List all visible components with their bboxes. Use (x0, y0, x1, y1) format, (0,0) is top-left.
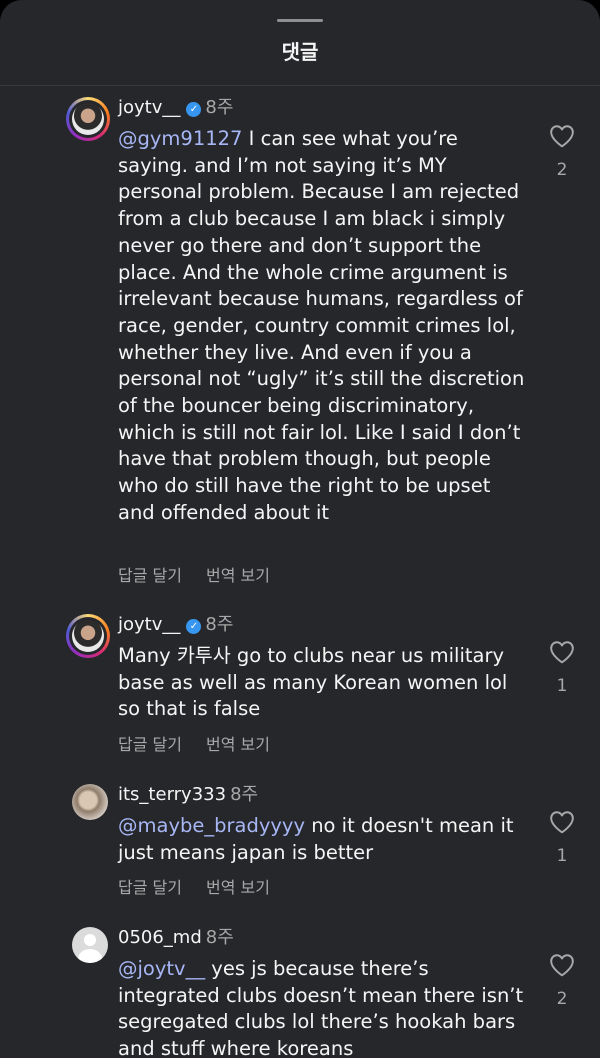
like-count: 1 (556, 676, 568, 696)
mention-link[interactable]: @joytv__ (118, 957, 205, 980)
heart-icon[interactable] (549, 953, 575, 977)
comment-text: @maybe_bradyyyy no it doesn't mean it ju… (118, 813, 530, 866)
verified-badge-icon: ✓ (186, 102, 202, 117)
comment-meta: its_terry333 8주 (118, 783, 258, 807)
comment-text: @gym91127 I can see what you’re saying. … (118, 126, 530, 527)
like-count: 1 (556, 846, 568, 866)
heart-icon[interactable] (549, 124, 575, 148)
comment-meta: joytv__ ✓ 8주 (118, 613, 233, 637)
reply-button[interactable]: 답글 달기 (118, 878, 182, 897)
translate-button[interactable]: 번역 보기 (206, 878, 270, 897)
heart-icon[interactable] (549, 640, 575, 664)
heart-icon[interactable] (549, 810, 575, 834)
avatar[interactable] (72, 784, 108, 820)
like-count: 2 (556, 160, 568, 180)
comment-text: Many 카투사 go to clubs near us military ba… (118, 643, 530, 723)
reply-button[interactable]: 답글 달기 (118, 566, 182, 585)
comment-meta: joytv__ ✓ 8주 (118, 96, 233, 120)
comment-body: I can see what you’re saying. and I’m no… (118, 127, 525, 524)
sheet-title: 댓글 (281, 40, 319, 64)
comment-actions: 답글 달기 번역 보기 (118, 562, 294, 586)
comment-username[interactable]: joytv__ (118, 614, 180, 635)
avatar[interactable] (66, 614, 110, 658)
comment-text: @joytv__ yes js because there’s integrat… (118, 956, 530, 1058)
comment-username[interactable]: its_terry333 (118, 784, 226, 805)
avatar[interactable] (72, 927, 108, 963)
comment-time: 8주 (230, 784, 259, 805)
comment-actions: 답글 달기 번역 보기 (118, 874, 294, 898)
mention-link[interactable]: @maybe_bradyyyy (118, 814, 305, 837)
avatar[interactable] (66, 97, 110, 141)
comment-time: 8주 (205, 614, 234, 635)
comment-meta: 0506_md 8주 (118, 926, 234, 950)
comments-sheet: 댓글 joytv__ ✓ 8주 @gym91127 I can see what y… (0, 0, 600, 1058)
reply-button[interactable]: 답글 달기 (118, 735, 182, 754)
comment-username[interactable]: joytv__ (118, 97, 180, 118)
comment-time: 8주 (205, 97, 234, 118)
verified-badge-icon: ✓ (186, 619, 202, 634)
sheet-grabber-handle[interactable] (277, 19, 323, 22)
like-count: 2 (556, 989, 568, 1009)
translate-button[interactable]: 번역 보기 (206, 566, 270, 585)
comment-username[interactable]: 0506_md (118, 927, 202, 948)
comment-body: Many 카투사 go to clubs near us military ba… (118, 644, 508, 721)
mention-link[interactable]: @gym91127 (118, 127, 242, 150)
comment-time: 8주 (205, 927, 234, 948)
translate-button[interactable]: 번역 보기 (206, 735, 270, 754)
comment-actions: 답글 달기 번역 보기 (118, 731, 294, 755)
header-divider (0, 85, 600, 86)
